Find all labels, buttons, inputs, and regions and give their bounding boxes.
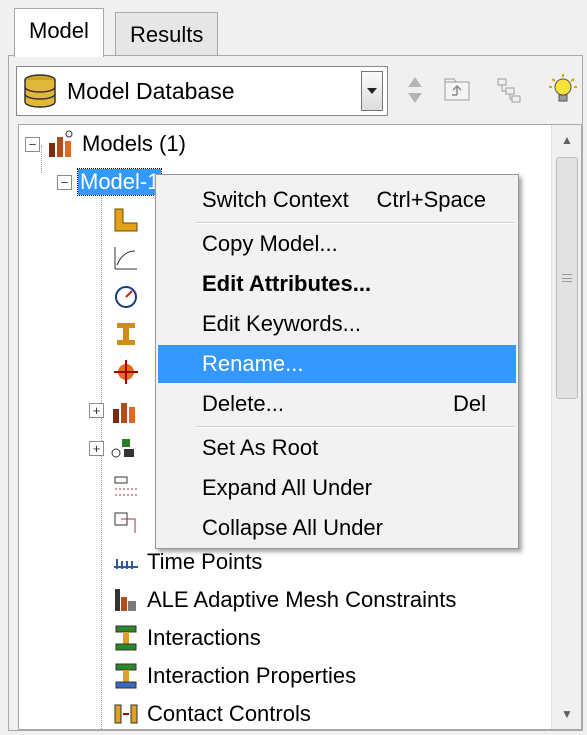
scroll-up-icon[interactable]: ▲ (552, 125, 581, 155)
tree-node[interactable] (111, 239, 147, 277)
chevron-down-icon[interactable] (361, 71, 383, 111)
menu-item-label: Switch Context (202, 187, 349, 212)
tree-node[interactable] (111, 201, 147, 239)
tree-node-ale-adaptive-mesh-constraints[interactable]: ALE Adaptive Mesh Constraints (111, 581, 456, 619)
time-points-icon (114, 559, 138, 569)
menu-item-collapse-all-under[interactable]: Collapse All Under (158, 509, 516, 547)
grip-icon (562, 274, 572, 282)
calibrations-icon (115, 286, 137, 308)
menu-item-delete[interactable]: Delete... Del (158, 385, 516, 423)
menu-item-rename[interactable]: Rename... (158, 345, 516, 383)
profiles-icon (114, 360, 138, 384)
tree-node-label: ALE Adaptive Mesh Constraints (147, 587, 457, 612)
steps-icon (111, 439, 134, 458)
collapse-icon[interactable]: − (57, 174, 72, 190)
expand-icon[interactable]: + (89, 402, 104, 418)
field-output-icon (114, 476, 137, 496)
menu-item-shortcut: Ctrl+Space (376, 187, 486, 212)
menu-item-label: Rename... (202, 351, 304, 376)
tree-node[interactable]: + (89, 429, 146, 467)
menu-item-label: Delete... (202, 391, 284, 416)
lightbulb-icon[interactable] (546, 72, 580, 108)
tree-scrollbar[interactable]: ▲ ▼ (551, 125, 581, 729)
tree-node-label: Models (1) (82, 131, 186, 156)
database-icon (24, 74, 56, 108)
menu-item-switch-context[interactable]: Switch Context Ctrl+Space (158, 181, 516, 219)
menu-item-set-as-root[interactable]: Set As Root (158, 429, 516, 467)
models-icon (49, 130, 73, 157)
tree-node-contact-controls[interactable]: Contact Controls (111, 695, 311, 729)
tree-node-models[interactable]: − Models (1) (25, 125, 186, 163)
ale-mesh-icon (115, 589, 136, 611)
menu-item-edit-keywords[interactable]: Edit Keywords... (158, 305, 516, 343)
tree-node-label: Interaction Properties (147, 663, 357, 688)
contact-controls-icon (114, 704, 138, 724)
tree-node-model-1[interactable]: − Model-1 (57, 163, 163, 201)
menu-item-label: Edit Attributes... (202, 271, 372, 296)
menu-separator (196, 222, 514, 224)
menu-item-label: Edit Keywords... (202, 311, 361, 336)
tree-node[interactable] (111, 505, 147, 543)
menu-item-label: Expand All Under (202, 475, 372, 500)
scrollbar-thumb[interactable] (556, 157, 578, 399)
tree-filter-icon[interactable] (492, 72, 526, 108)
context-menu: Switch Context Ctrl+Space Copy Model... … (155, 174, 519, 549)
tree-node-label: Contact Controls (147, 701, 311, 726)
expand-icon[interactable]: + (89, 440, 104, 456)
menu-separator (196, 426, 514, 428)
tree-node[interactable] (111, 353, 147, 391)
tab-results[interactable]: Results (115, 12, 219, 56)
interaction-properties-icon (115, 663, 137, 689)
tree-node[interactable]: + (89, 391, 146, 429)
menu-item-label: Copy Model... (202, 231, 338, 256)
tree-node-interaction-properties[interactable]: Interaction Properties (111, 657, 356, 695)
history-output-icon (114, 512, 136, 533)
tree-node-interactions[interactable]: Interactions (111, 619, 261, 657)
tree-node[interactable] (111, 467, 147, 505)
menu-item-shortcut: Del (452, 391, 486, 416)
tab-model[interactable]: Model (14, 8, 104, 57)
model-database-select[interactable]: Model Database (16, 66, 388, 116)
scroll-down-icon[interactable]: ▼ (552, 699, 581, 729)
assembly-icon (113, 403, 135, 423)
parts-icon (114, 208, 138, 232)
tab-results-label: Results (130, 22, 204, 47)
tab-model-label: Model (29, 18, 89, 43)
tree-node-label: Interactions (147, 625, 261, 650)
menu-item-label: Collapse All Under (202, 515, 383, 540)
model-database-value: Model Database (67, 77, 235, 104)
menu-item-label: Set As Root (202, 435, 319, 460)
tree-node-label-selected[interactable]: Model-1 (76, 168, 163, 196)
collapse-icon[interactable]: − (25, 136, 40, 152)
interactions-icon (115, 625, 137, 651)
menu-item-expand-all-under[interactable]: Expand All Under (158, 469, 516, 507)
move-up-down-icon[interactable] (398, 72, 432, 108)
tree-node[interactable] (111, 277, 147, 315)
menu-item-copy-model[interactable]: Copy Model... (158, 225, 516, 263)
menu-item-edit-attributes[interactable]: Edit Attributes... (158, 265, 516, 303)
tree-node[interactable] (111, 315, 147, 353)
tab-bar: Model Results (14, 8, 574, 57)
parent-folder-icon[interactable] (440, 72, 474, 108)
sections-icon (117, 323, 135, 345)
tree-node-label: Time Points (147, 549, 263, 574)
materials-icon (114, 247, 137, 270)
